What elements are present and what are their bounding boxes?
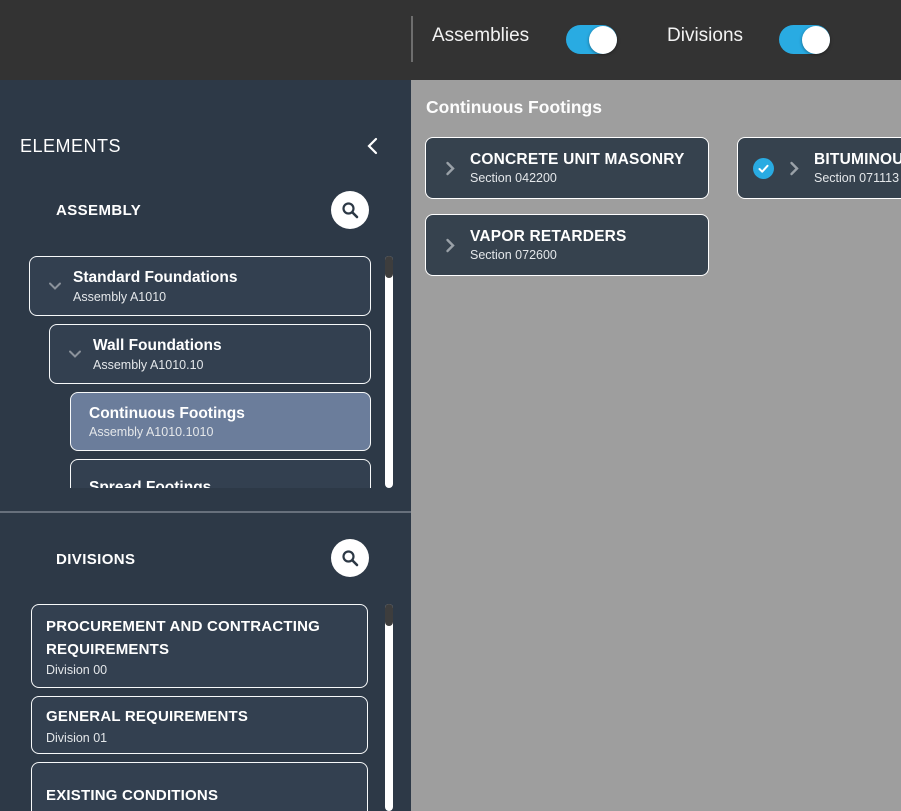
assemblies-toggle[interactable]: [566, 25, 617, 54]
chevron-right-icon[interactable]: [785, 159, 803, 177]
section-card-vapor-retarders[interactable]: VAPOR RETARDERS Section 072600: [425, 214, 709, 276]
divisions-panel-title: DIVISIONS: [56, 551, 135, 568]
division-title: EXISTING CONDITIONS: [46, 784, 353, 807]
section-card-title: BITUMINOUS: [814, 151, 901, 169]
tree-item-subtitle: Assembly A1010.10: [93, 358, 222, 372]
divisions-list: PROCUREMENT AND CONTRACTING REQUIREMENTS…: [0, 604, 384, 811]
divisions-scrollbar-thumb[interactable]: [385, 604, 393, 626]
toggle-thumb: [589, 26, 617, 54]
section-card-subtitle: Section 072600: [470, 248, 627, 262]
assembly-panel-title: ASSEMBLY: [56, 202, 141, 219]
tree-item-subtitle: Assembly A1010: [73, 290, 237, 304]
division-subtitle: Division 01: [46, 731, 353, 745]
section-card-subtitle: Section 042200: [470, 171, 685, 185]
tree-item-text: Spread Footings: [89, 478, 211, 488]
topbar-divider: [411, 16, 413, 62]
section-card-bituminous[interactable]: BITUMINOUS Section 071113: [737, 137, 901, 199]
section-card-text: BITUMINOUS Section 071113: [814, 151, 901, 185]
tree-item-title: Continuous Footings: [89, 404, 245, 425]
page-title: Continuous Footings: [426, 97, 602, 118]
divisions-toggle[interactable]: [779, 25, 830, 54]
divisions-search-button[interactable]: [331, 539, 369, 577]
tree-item-text: Standard Foundations Assembly A1010: [73, 268, 237, 304]
chevron-down-icon[interactable]: [46, 277, 64, 295]
tree-item-title: Wall Foundations: [93, 336, 222, 357]
panel-divider: [0, 511, 411, 513]
top-bar: Assemblies Divisions: [0, 0, 901, 80]
section-card-text: CONCRETE UNIT MASONRY Section 042200: [470, 151, 685, 185]
assemblies-toggle-label: Assemblies: [432, 25, 529, 47]
tree-item-title: Standard Foundations: [73, 268, 237, 289]
toggle-thumb: [802, 26, 830, 54]
divisions-toggle-label: Divisions: [667, 25, 743, 47]
check-circle-icon: [753, 158, 774, 179]
assembly-search-button[interactable]: [331, 191, 369, 229]
section-card-text: VAPOR RETARDERS Section 072600: [470, 228, 627, 262]
sidebar-title: ELEMENTS: [20, 136, 121, 157]
sidebar: ELEMENTS ASSEMBLY Standard Foundations A…: [0, 80, 411, 811]
section-card-title: CONCRETE UNIT MASONRY: [470, 151, 685, 169]
divisions-scrollbar[interactable]: [385, 604, 393, 811]
assembly-scrollbar-thumb[interactable]: [385, 256, 393, 278]
chevron-right-icon[interactable]: [441, 236, 459, 254]
chevron-left-icon: [363, 136, 383, 156]
check-icon: [757, 162, 770, 175]
division-item-02[interactable]: EXISTING CONDITIONS Division 02: [31, 762, 368, 811]
tree-item-standard-foundations[interactable]: Standard Foundations Assembly A1010: [29, 256, 371, 316]
chevron-right-icon[interactable]: [441, 159, 459, 177]
main-content: Continuous Footings CONCRETE UNIT MASONR…: [411, 80, 901, 811]
division-title: PROCUREMENT AND CONTRACTING REQUIREMENTS: [46, 615, 353, 662]
division-subtitle: Division 00: [46, 663, 353, 677]
tree-item-spread-footings[interactable]: Spread Footings: [70, 459, 371, 488]
tree-item-wall-foundations[interactable]: Wall Foundations Assembly A1010.10: [49, 324, 371, 384]
assembly-tree: Standard Foundations Assembly A1010 Wall…: [0, 256, 384, 488]
section-card-concrete-unit-masonry[interactable]: CONCRETE UNIT MASONRY Section 042200: [425, 137, 709, 199]
tree-item-continuous-footings-selected[interactable]: Continuous Footings Assembly A1010.1010: [70, 392, 371, 451]
collapse-sidebar-button[interactable]: [363, 136, 383, 156]
tree-item-text: Wall Foundations Assembly A1010.10: [93, 336, 222, 372]
division-item-00[interactable]: PROCUREMENT AND CONTRACTING REQUIREMENTS…: [31, 604, 368, 688]
chevron-down-icon[interactable]: [66, 345, 84, 363]
tree-item-text: Continuous Footings Assembly A1010.1010: [89, 404, 245, 440]
section-card-subtitle: Section 071113: [814, 171, 901, 185]
division-title: GENERAL REQUIREMENTS: [46, 705, 353, 728]
tree-item-subtitle: Assembly A1010.1010: [89, 425, 245, 439]
division-item-01[interactable]: GENERAL REQUIREMENTS Division 01: [31, 696, 368, 754]
assembly-scrollbar[interactable]: [385, 256, 393, 488]
section-card-title: VAPOR RETARDERS: [470, 228, 627, 246]
search-icon: [339, 199, 361, 221]
tree-item-title: Spread Footings: [89, 478, 211, 488]
search-icon: [339, 547, 361, 569]
